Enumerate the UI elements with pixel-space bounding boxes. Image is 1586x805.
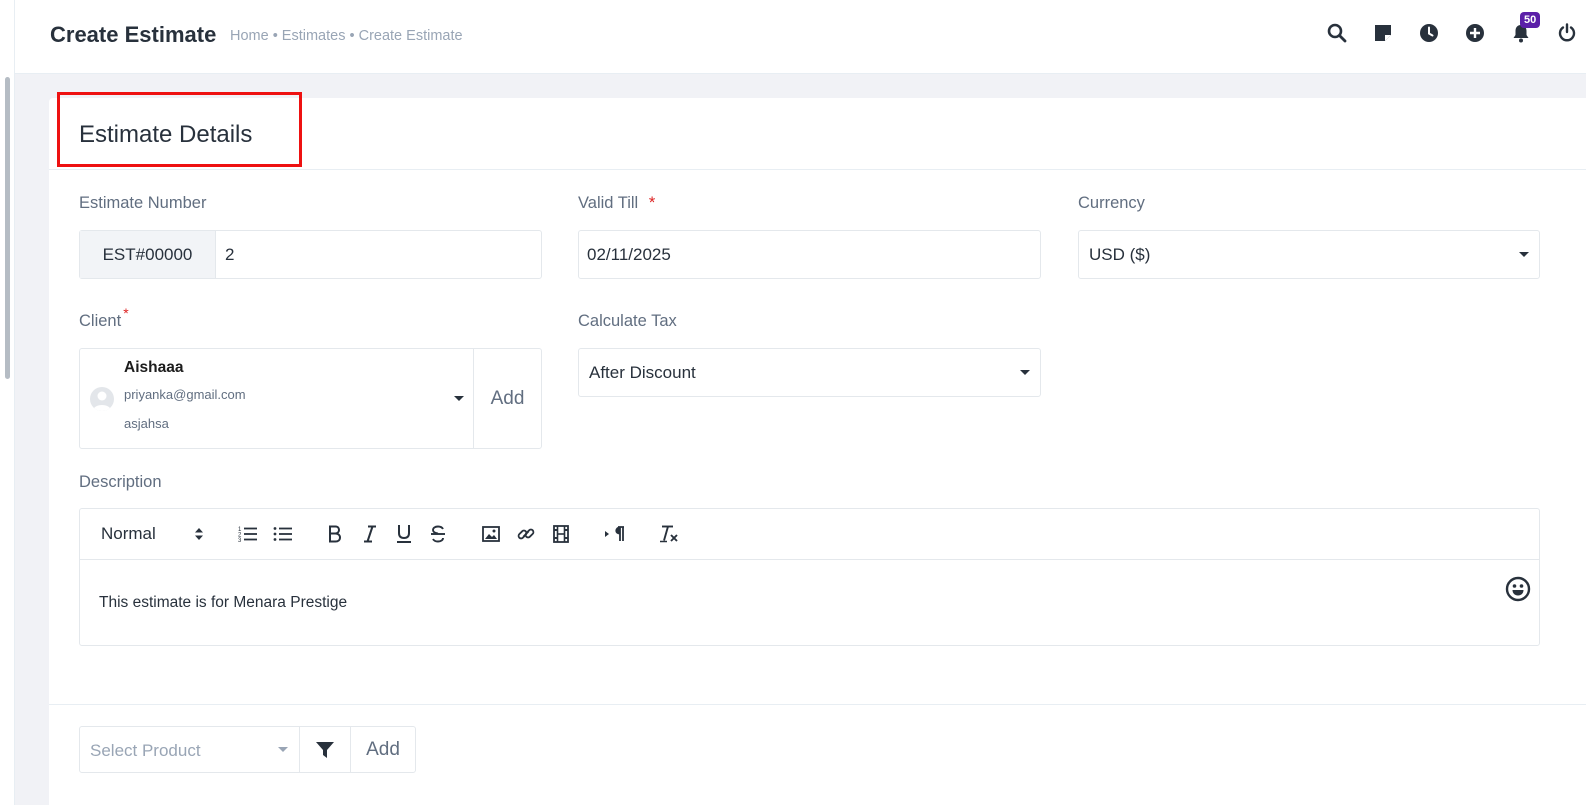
sidebar-strip — [0, 0, 15, 805]
currency-select[interactable]: USD ($) — [1078, 230, 1540, 279]
valid-till-input[interactable]: 02/11/2025 — [578, 230, 1041, 279]
video-icon[interactable] — [551, 523, 571, 545]
italic-icon[interactable] — [360, 523, 380, 545]
description-editor: Normal 123 This estimate is for Menara P… — [79, 508, 1540, 646]
avatar — [90, 387, 114, 411]
text-direction-icon[interactable] — [604, 523, 626, 545]
add-client-button[interactable]: Add — [473, 349, 541, 448]
estimate-number-input[interactable]: 2 — [225, 245, 234, 265]
currency-label: Currency — [1078, 194, 1145, 212]
client-required: * — [123, 305, 129, 321]
format-value: Normal — [101, 524, 156, 543]
format-arrows-icon — [193, 523, 205, 545]
chevron-down-icon — [1519, 252, 1529, 257]
chevron-down-icon — [278, 747, 288, 752]
format-select[interactable]: Normal — [101, 523, 156, 545]
filter-button[interactable] — [299, 727, 350, 772]
emoji-icon[interactable] — [1505, 576, 1531, 607]
estimate-card: Estimate Details Estimate Number EST#000… — [49, 92, 1586, 805]
power-icon[interactable] — [1554, 20, 1580, 46]
clock-icon[interactable] — [1416, 20, 1442, 46]
ordered-list-icon[interactable]: 123 — [237, 523, 259, 545]
description-label: Description — [79, 473, 162, 491]
editor-toolbar: Normal 123 — [80, 509, 1539, 560]
chevron-down-icon — [454, 396, 464, 401]
calculate-tax-select[interactable]: After Discount — [578, 348, 1041, 397]
top-header: Create Estimate Home • Estimates • Creat… — [15, 0, 1586, 74]
strikethrough-icon[interactable] — [428, 523, 448, 545]
bullet-list-icon[interactable] — [272, 523, 294, 545]
underline-icon[interactable] — [394, 523, 414, 545]
estimate-number-prefix: EST#00000 — [80, 231, 216, 278]
svg-text:3: 3 — [238, 538, 242, 543]
estimate-number-label: Estimate Number — [79, 194, 207, 212]
chevron-down-icon — [1020, 370, 1030, 375]
valid-till-value: 02/11/2025 — [587, 245, 671, 264]
scrollbar-thumb[interactable] — [5, 77, 10, 379]
add-product-button[interactable]: Add — [350, 727, 415, 772]
calculate-tax-label: Calculate Tax — [578, 312, 677, 330]
filter-icon — [316, 741, 334, 758]
client-email: priyanka@gmail.com — [124, 387, 246, 402]
select-product-dropdown[interactable]: Select Product — [90, 741, 201, 761]
clear-format-icon[interactable] — [658, 523, 680, 545]
search-icon[interactable] — [1324, 20, 1350, 46]
client-label: Client * — [79, 305, 129, 331]
link-icon[interactable] — [516, 523, 536, 545]
product-select-group: Select Product Add — [79, 726, 416, 773]
card-header: Estimate Details — [49, 92, 1586, 170]
client-company: asjahsa — [124, 416, 169, 431]
bell-icon[interactable]: 50 — [1508, 12, 1541, 46]
breadcrumb: Home • Estimates • Create Estimate — [230, 28, 463, 44]
client-name: Aishaaa — [124, 359, 184, 376]
section-divider — [49, 704, 1586, 705]
notification-badge: 50 — [1520, 12, 1541, 28]
valid-till-label-text: Valid Till — [578, 194, 639, 212]
valid-till-required: * — [648, 194, 656, 212]
description-text[interactable]: This estimate is for Menara Prestige — [99, 594, 347, 612]
bold-icon[interactable] — [325, 523, 345, 545]
highlight-box — [57, 92, 302, 167]
header-icon-bar: 50 — [1324, 12, 1580, 46]
image-icon[interactable] — [481, 523, 501, 545]
valid-till-label: Valid Till * — [578, 194, 655, 213]
plus-circle-icon[interactable] — [1462, 20, 1488, 46]
estimate-number-field: EST#00000 2 — [79, 230, 542, 279]
client-select[interactable]: Aishaaa priyanka@gmail.com asjahsa Add — [79, 348, 542, 449]
calculate-tax-value: After Discount — [589, 363, 696, 382]
page-title: Create Estimate — [50, 22, 217, 47]
client-label-text: Client — [79, 312, 122, 330]
currency-value: USD ($) — [1089, 245, 1151, 264]
sticky-note-icon[interactable] — [1370, 20, 1396, 46]
